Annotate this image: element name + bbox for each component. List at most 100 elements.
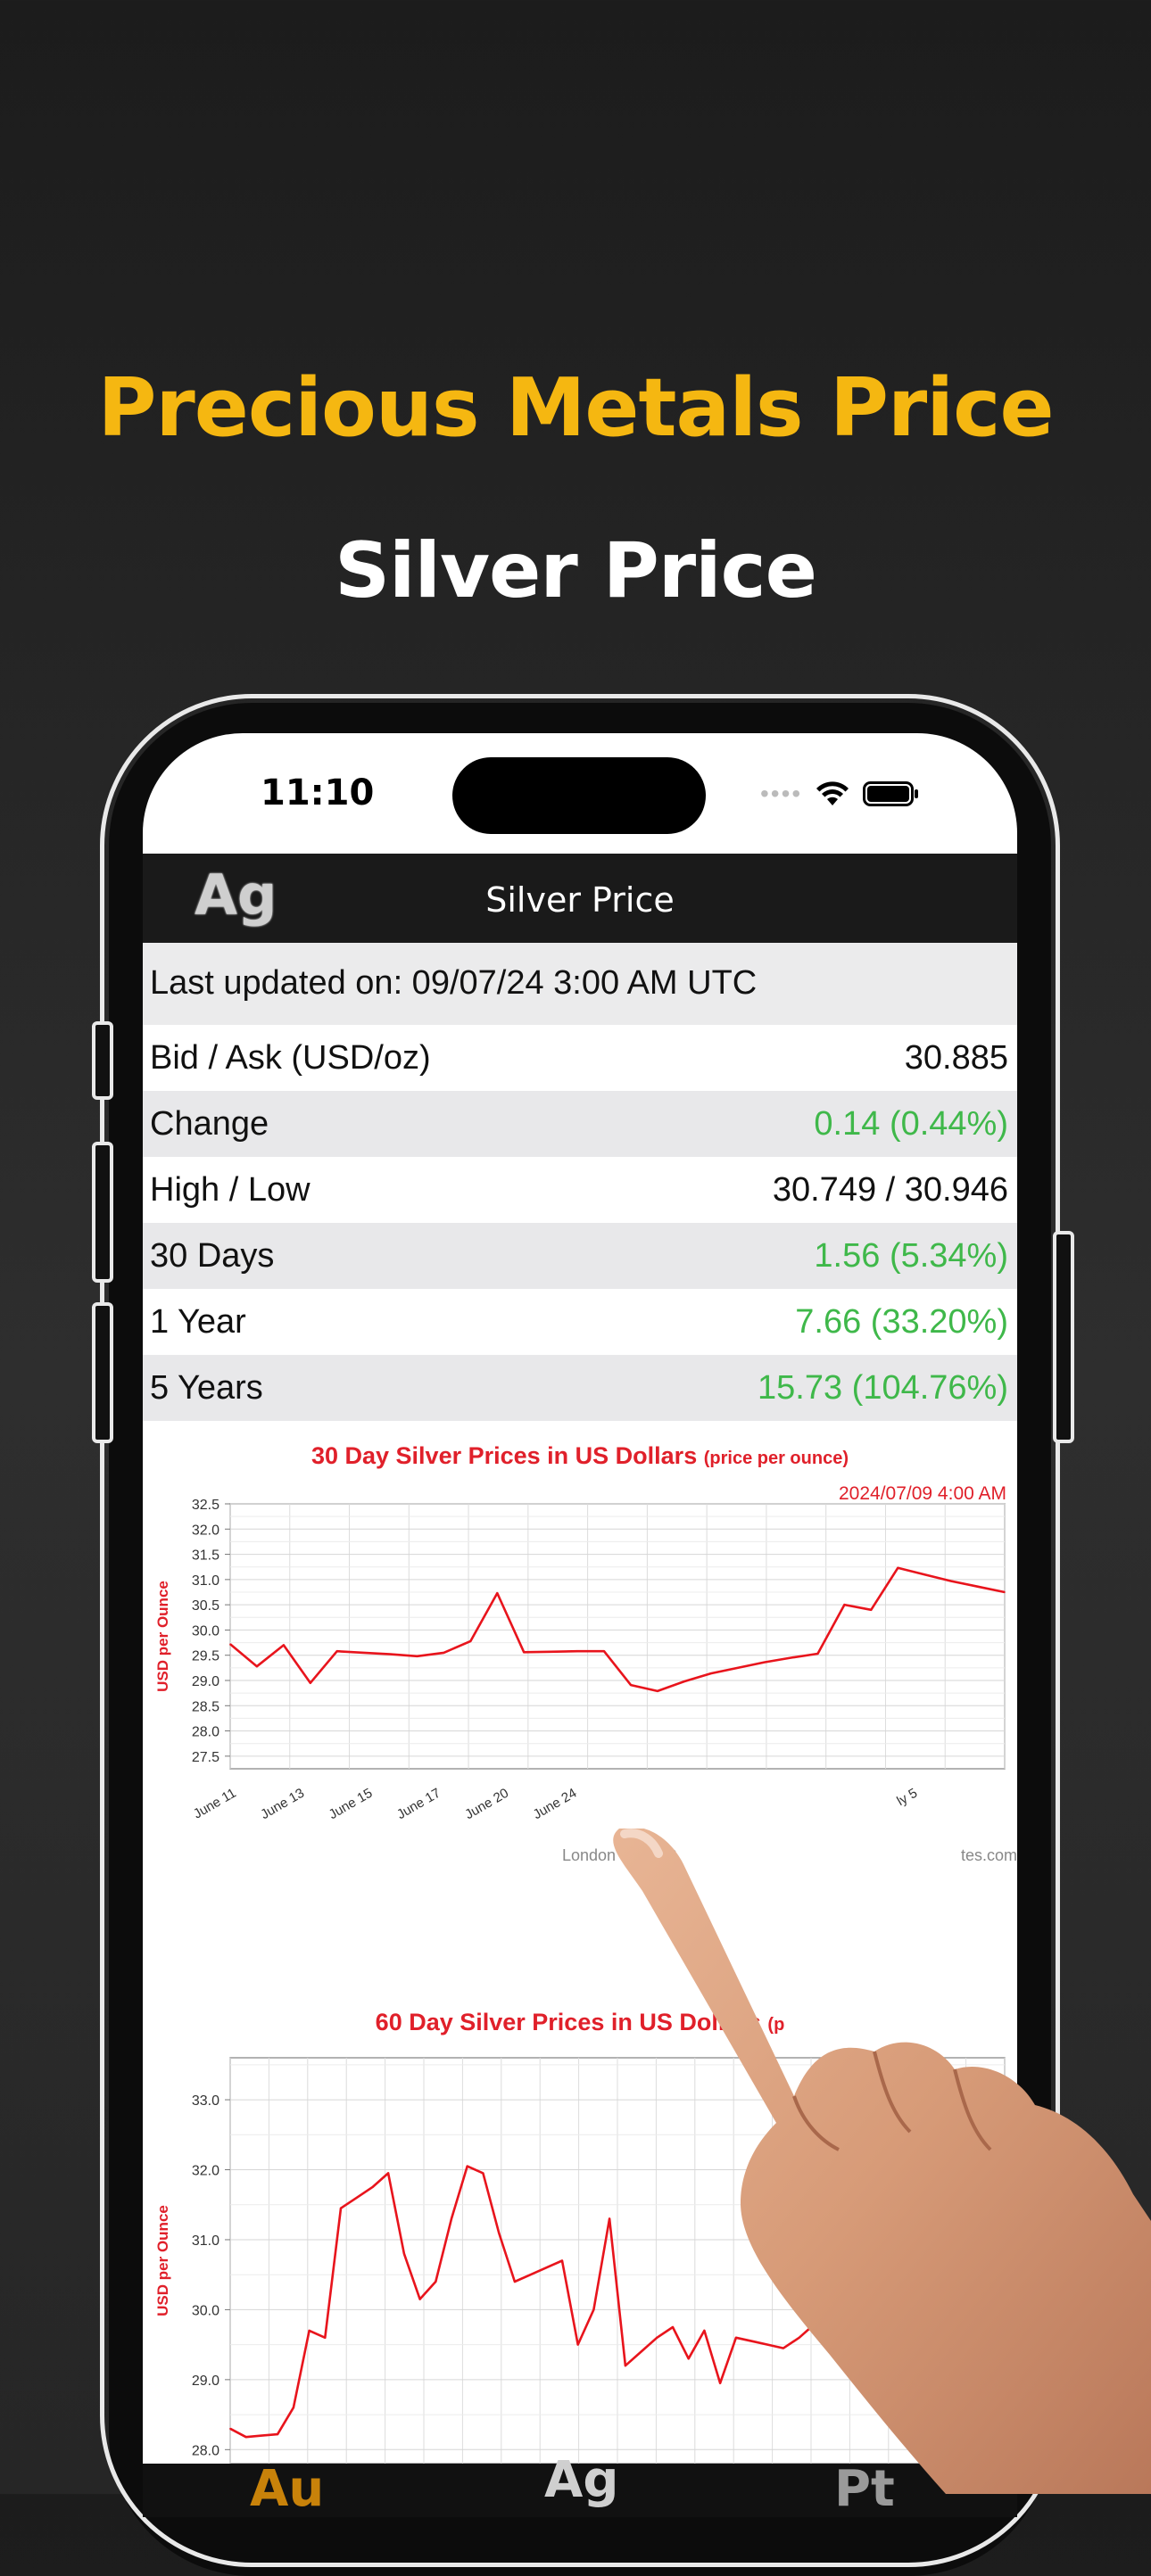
data-point (529, 2274, 532, 2275)
data-point (763, 1661, 766, 1664)
row-label: High / Low (150, 1171, 311, 1209)
data-point (283, 1644, 285, 1647)
data-point (416, 1655, 418, 1657)
dynamic-island (452, 757, 706, 834)
y-axis-label: USD per Ounce (154, 2205, 171, 2316)
data-point (709, 1672, 712, 1674)
data-point (843, 1604, 846, 1606)
data-point (950, 1580, 952, 1582)
y-axis-label: USD per Ounce (154, 1581, 171, 1692)
status-icons: •••• (760, 776, 920, 812)
y-tick-label: 33.0 (192, 2093, 219, 2109)
data-point (630, 1684, 632, 1686)
y-tick-label: 31.5 (192, 1548, 219, 1564)
data-point (451, 2217, 452, 2220)
data-point (389, 1653, 392, 1655)
data-point (545, 2266, 548, 2269)
promo-subheadline: Silver Price (335, 526, 817, 615)
row-value: 30.749 / 30.946 (772, 1171, 1008, 1209)
data-point (1004, 1591, 1006, 1593)
data-point (403, 2252, 405, 2255)
row-value: 1.56 (5.34%) (814, 1237, 1008, 1275)
y-tick-label: 29.5 (192, 1649, 219, 1664)
phone-volume-down-button (92, 1302, 113, 1443)
data-point (523, 1651, 526, 1654)
data-point (229, 2427, 231, 2430)
y-tick-label: 27.5 (192, 1750, 219, 1765)
data-point (293, 2407, 294, 2409)
battery-icon (863, 781, 919, 806)
data-point (561, 2259, 563, 2262)
promo-headline: Precious Metals Price (97, 361, 1054, 455)
row-value: 7.66 (33.20%) (795, 1303, 1008, 1341)
y-tick-label: 32.0 (192, 1523, 219, 1538)
row-value: 15.73 (104.76%) (758, 1369, 1008, 1407)
data-point (261, 2434, 263, 2437)
data-point (362, 1652, 365, 1654)
tab-gold[interactable]: Au (250, 2460, 324, 2517)
phone-side-button (92, 1021, 113, 1100)
data-point (816, 1653, 819, 1655)
x-tick-label: June 17 (394, 1786, 443, 1822)
row-value: 30.885 (904, 1039, 1008, 1077)
data-point (443, 1652, 445, 1654)
price-row-1-year: 1 Year 7.66 (33.20%) (143, 1289, 1017, 1355)
row-label: 30 Days (150, 1237, 275, 1275)
y-tick-label: 32.5 (192, 1498, 219, 1513)
data-point (576, 2343, 579, 2346)
y-tick-label: 32.0 (192, 2164, 219, 2179)
data-point (576, 1650, 578, 1652)
data-point (309, 1682, 311, 1684)
data-point (657, 1690, 658, 1692)
x-tick-label: June 24 (531, 1786, 580, 1822)
data-point (355, 2197, 358, 2199)
row-value: 0.14 (0.44%) (814, 1105, 1008, 1143)
wifi-icon (816, 781, 849, 805)
row-label: 1 Year (150, 1303, 246, 1341)
price-row-change: Change 0.14 (0.44%) (143, 1091, 1017, 1157)
data-point (923, 1573, 926, 1575)
y-tick-label: 29.0 (192, 2374, 219, 2389)
data-point (482, 2172, 484, 2175)
pointing-hand (613, 1829, 1151, 2494)
y-tick-label: 30.0 (192, 1623, 219, 1639)
data-point (308, 2330, 311, 2332)
data-point (736, 1667, 739, 1669)
y-tick-label: 28.0 (192, 1725, 219, 1740)
plot-area (229, 1503, 1006, 1770)
data-point (514, 2281, 516, 2283)
nav-bar: Ag Silver Price (143, 854, 1017, 943)
data-point (550, 1650, 551, 1653)
signal-dots-icon: •••• (760, 780, 803, 807)
price-row-30-days: 30 Days 1.56 (5.34%) (143, 1223, 1017, 1289)
x-tick-label: June 11 (191, 1786, 239, 1822)
data-point (496, 1592, 499, 1594)
y-tick-label: 31.0 (192, 2233, 219, 2249)
nav-title: Silver Price (485, 880, 675, 920)
data-point (870, 1609, 873, 1611)
data-point (418, 2298, 421, 2300)
last-updated-text: Last updated on: 09/07/24 3:00 AM UTC (150, 964, 758, 1002)
data-point (466, 2165, 468, 2167)
y-tick-label: 31.0 (192, 1573, 219, 1589)
row-label: Change (150, 1105, 269, 1143)
data-point (977, 1585, 979, 1588)
data-point (387, 2172, 389, 2175)
data-point (229, 1643, 231, 1646)
data-point (435, 2281, 437, 2283)
data-point (897, 1567, 899, 1569)
data-point (335, 1650, 338, 1652)
data-point (603, 1650, 605, 1652)
x-tick-label: June 15 (327, 1786, 376, 1822)
data-point (256, 1665, 258, 1667)
price-row-5-years: 5 Years 15.73 (104.76%) (143, 1355, 1017, 1421)
row-label: Bid / Ask (USD/oz) (150, 1039, 431, 1077)
data-point (324, 2336, 327, 2339)
data-point (683, 1680, 685, 1682)
price-row-high-low: High / Low 30.749 / 30.946 (143, 1157, 1017, 1223)
data-point (277, 2433, 278, 2435)
phone-power-button (1053, 1231, 1074, 1443)
data-point (498, 2232, 500, 2233)
y-tick-label: 29.0 (192, 1674, 219, 1689)
status-time: 11:10 (261, 772, 375, 813)
